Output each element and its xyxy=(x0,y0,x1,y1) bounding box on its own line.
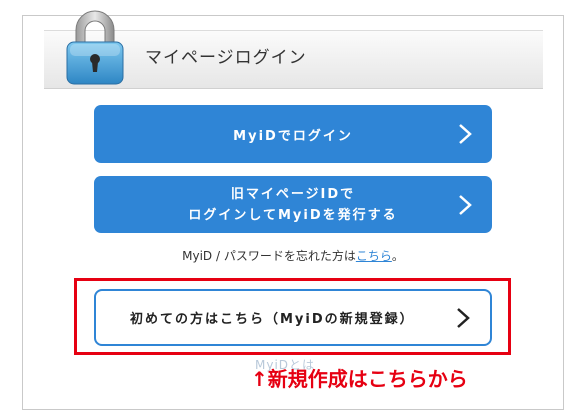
new-registration-button[interactable]: 初めての方はこちら（MyiDの新規登録） xyxy=(94,289,492,346)
page-title: マイページログイン xyxy=(145,48,307,68)
myid-login-button[interactable]: MyiDでログイン xyxy=(94,105,492,163)
old-id-login-label-line1: 旧マイページIDで xyxy=(230,186,356,202)
old-id-login-button[interactable]: 旧マイページIDで ログインしてMyiDを発行する xyxy=(94,176,492,233)
chevron-right-icon xyxy=(459,124,472,144)
lock-icon xyxy=(66,10,124,85)
forgot-password-link[interactable]: こちら xyxy=(356,249,392,263)
forgot-password-suffix: 。 xyxy=(391,249,404,263)
annotation-label: 新規作成はこちらから xyxy=(267,367,468,391)
old-id-login-label-line2: ログインしてMyiDを発行する xyxy=(188,207,398,223)
annotation-text: ↑新規作成はこちらから xyxy=(251,363,468,392)
forgot-password-label: MyiD / パスワードを忘れた方は xyxy=(182,249,356,263)
new-registration-label: 初めての方はこちら（MyiDの新規登録） xyxy=(130,312,415,327)
myid-login-label: MyiDでログイン xyxy=(233,128,353,144)
forgot-password-text: MyiD / パスワードを忘れた方はこちら。 xyxy=(0,247,586,264)
chevron-right-icon xyxy=(457,307,470,328)
chevron-right-icon xyxy=(459,194,472,215)
up-arrow-icon: ↑ xyxy=(251,367,268,391)
